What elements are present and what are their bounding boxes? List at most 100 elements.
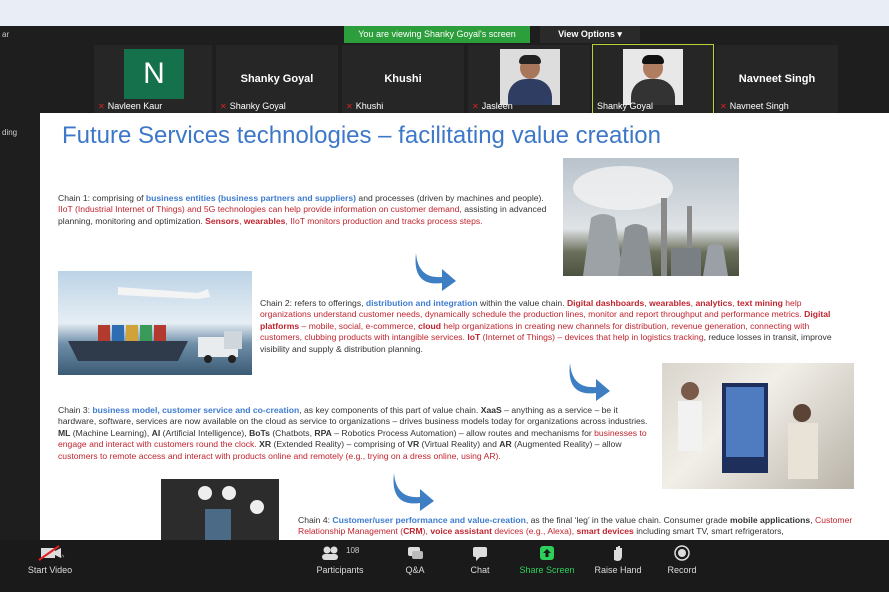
participant-tile-shanky[interactable]: Shanky Goyal ✕ Shanky Goyal: [216, 45, 338, 113]
slide-text-run: VR: [407, 439, 420, 450]
flow-arrow-icon: [415, 253, 456, 291]
flow-arrow-icon: [393, 473, 434, 511]
window-title-fragment: ar: [2, 30, 10, 39]
slide-text-run: (Artificial Intelligence),: [160, 427, 250, 438]
logistics-image: [58, 271, 252, 375]
slide-text-run: , IIoT monitors production and tracks pr…: [285, 215, 483, 226]
slide-text-run: business entities (business partners and…: [145, 193, 357, 203]
slide-text-run: distribution and integration: [365, 298, 478, 308]
participant-display-name: Khushi: [384, 73, 422, 85]
slide-text-run: IoT: [467, 332, 481, 343]
slide-text-run: Sensors: [205, 215, 240, 226]
slide-text-run: Chain 1: comprising of: [58, 193, 146, 203]
slide-title: Future Services technologies – facilitat…: [62, 122, 661, 149]
record-button[interactable]: Record: [660, 544, 704, 575]
meeting-toolbar: ^ Start Video Participants 108 Q&A Chat …: [0, 540, 889, 592]
flow-arrow-icon: [569, 363, 610, 401]
slide-text-run: – Robotics Process Automation) – allow r…: [331, 427, 595, 438]
slide-text-run: analytics: [695, 298, 733, 308]
muted-mic-icon: ✕: [472, 102, 479, 111]
raise-hand-button[interactable]: Raise Hand: [588, 544, 648, 575]
slide-text-run: (Chatbots,: [269, 427, 315, 438]
muted-mic-icon: ✕: [220, 102, 227, 111]
participant-name-tag: ✕ Navleen Kaur: [98, 101, 163, 111]
slide-text-run: Chain 4:: [298, 515, 333, 525]
slide-text-run: RPA: [314, 427, 332, 438]
shared-slide: Future Services technologies – facilitat…: [40, 113, 889, 540]
participant-name-tag: ✕ Shanky Goyal: [220, 101, 286, 111]
slide-text-run: customers to remote access and interact …: [58, 450, 501, 461]
view-options-button[interactable]: View Options ▾: [540, 26, 640, 43]
slide-text-run: XR: [259, 439, 272, 450]
slide-text-run: (Extended Reality) – comprising of: [271, 439, 408, 450]
participant-tile-navleen[interactable]: N ✕ Navleen Kaur: [94, 45, 212, 113]
participant-tile-khushi[interactable]: Khushi ✕ Khushi: [342, 45, 464, 113]
slide-text-run: cloud: [418, 320, 441, 331]
slide-text-run: (Augmented Reality) – allow: [511, 439, 622, 450]
muted-mic-icon: ✕: [346, 102, 353, 111]
slide-text-run: text mining: [737, 298, 783, 308]
slide-text-run: (Internet of Things) – devices that help…: [480, 332, 704, 343]
chain-2-text: Chain 2: refers to offerings, distributi…: [260, 298, 840, 355]
slide-text-run: Chain 2: refers to offerings,: [260, 298, 366, 308]
participant-name-tag: ✕ Khushi: [346, 101, 384, 111]
chat-button[interactable]: Chat: [460, 544, 500, 575]
share-screen-button[interactable]: Share Screen: [512, 544, 582, 575]
participant-tile-jasleen[interactable]: ✕ Jasleen: [468, 45, 590, 113]
slide-text-run: Digital dashboards: [566, 298, 645, 308]
slide-text-run: AI: [151, 427, 161, 438]
participant-display-name: Shanky Goyal: [240, 73, 314, 85]
slide-text-run: (Machine Learning),: [70, 427, 152, 438]
slide-text-run: wearables: [649, 298, 691, 308]
screen-share-banner: You are viewing Shanky Goyal's screen: [344, 26, 530, 43]
chat-icon: [473, 547, 487, 561]
participant-name-tag: Shanky Goyal: [597, 101, 654, 111]
retail-ar-image: [662, 363, 854, 489]
qa-button[interactable]: Q&A: [395, 544, 435, 575]
slide-text-run: smart devices: [576, 526, 634, 537]
slide-text-run: IIoT (Industrial Internet of Things) and…: [58, 204, 462, 215]
slide-text-run: ML: [58, 427, 71, 438]
browser-top-band: [0, 0, 889, 26]
slide-text-run: mobile applications: [729, 515, 811, 525]
slide-text-run: , as the final ‘leg’ in the value chain.…: [525, 515, 730, 525]
slide-text-run: and processes (driven by machines and pe…: [356, 193, 544, 203]
slide-text-run: AR: [499, 439, 512, 450]
side-label-fragment: ding: [2, 128, 18, 137]
svg-text:^: ^: [61, 555, 65, 562]
muted-mic-icon: ✕: [720, 102, 727, 111]
slide-text-run: business model, customer service and co-…: [92, 405, 300, 415]
slide-text-run: including smart TV, smart refrigerators,: [633, 526, 784, 537]
participant-name-tag: ✕ Jasleen: [472, 101, 513, 111]
record-icon: [674, 545, 690, 561]
video-off-icon: ^: [38, 545, 65, 562]
slide-text-run: , as key components of this part of valu…: [299, 405, 481, 415]
start-video-button[interactable]: ^ Start Video: [20, 544, 80, 575]
slide-text-run: Chain 3:: [58, 405, 93, 415]
participants-button[interactable]: Participants: [305, 544, 375, 575]
slide-text-run: wearables: [243, 215, 286, 226]
slide-text-run: devices (e.g., Alexa),: [491, 526, 577, 537]
participant-count: 108: [346, 546, 360, 555]
avatar: N: [124, 49, 184, 99]
slide-text-run: Customer/user performance and value-crea…: [332, 515, 526, 525]
muted-mic-icon: ✕: [98, 102, 105, 111]
slide-text-run: XaaS: [480, 405, 502, 415]
power-plant-image: [563, 158, 739, 276]
slide-text-run: voice assistant: [430, 526, 492, 537]
participant-display-name: Navneet Singh: [738, 73, 816, 85]
chain-1-text: Chain 1: comprising of business entities…: [58, 193, 553, 227]
qa-icon: [408, 547, 423, 559]
share-screen-icon: [540, 546, 554, 560]
chain-4-text: Chain 4: Customer/user performance and v…: [298, 515, 878, 538]
participant-tile-navneet[interactable]: Navneet Singh ✕ Navneet Singh: [716, 45, 838, 113]
slide-text-run: within the value chain.: [477, 298, 567, 308]
participant-tile-shanky-video[interactable]: Shanky Goyal: [592, 44, 714, 114]
smart-devices-image: [161, 479, 279, 540]
participant-video: [623, 49, 683, 105]
slide-text-run: BoTs: [249, 427, 270, 438]
slide-text-run: – mobile, social, e-commerce,: [299, 320, 419, 331]
slide-text-run: (Virtual Reality) and: [419, 439, 500, 450]
raise-hand-icon: [614, 546, 622, 561]
chain-3-text: Chain 3: business model, customer servic…: [58, 405, 654, 462]
